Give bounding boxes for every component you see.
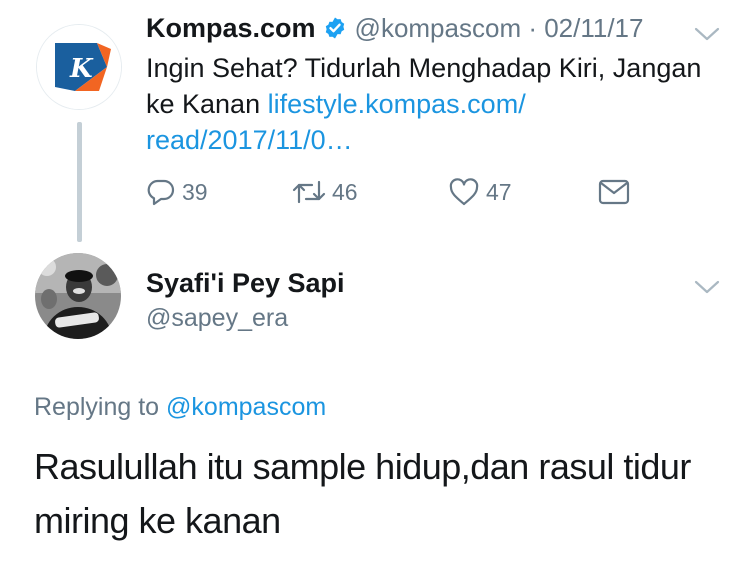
author-handle-timestamp[interactable]: @kompascom · 02/11/17 [355, 13, 644, 44]
kompas-logo-letter: K [69, 54, 94, 84]
retweet-icon [292, 180, 326, 204]
reply-chevron-down-icon[interactable] [694, 279, 720, 295]
user-avatar[interactable] [35, 253, 121, 339]
like-count: 47 [486, 178, 512, 205]
reply-icon [147, 179, 175, 206]
tweet-thread: K Kompas.com @kompascom · 02/11/17 Ingin… [0, 0, 750, 574]
reply-author-handle[interactable]: @sapey_era [146, 304, 288, 333]
chevron-down-icon[interactable] [694, 26, 720, 42]
heart-icon [449, 178, 479, 206]
author-display-name[interactable]: Kompas.com [146, 13, 316, 44]
thread-connector-line [77, 122, 82, 242]
replying-to-mention[interactable]: @kompascom [166, 393, 326, 421]
replying-to-label: Replying to [34, 393, 160, 421]
reply-button[interactable]: 39 [146, 174, 208, 210]
direct-message-button[interactable] [598, 174, 630, 210]
reply-tweet-text: Rasulullah itu sample hidup,dan rasul ti… [34, 446, 691, 541]
kompas-avatar[interactable]: K [37, 25, 121, 109]
kompas-logo-icon: K [37, 25, 121, 109]
reply-count: 39 [182, 178, 208, 205]
tweet-header: Kompas.com @kompascom · 02/11/17 [146, 12, 643, 44]
retweet-button[interactable]: 46 [292, 174, 358, 210]
tweet-text: Ingin Sehat? Tidurlah Menghadap Kiri, Ja… [146, 50, 706, 158]
envelope-icon [598, 179, 630, 205]
like-button[interactable]: 47 [448, 174, 512, 210]
user-avatar-photo [35, 253, 121, 339]
replying-to-line: Replying to @kompascom [34, 393, 326, 422]
retweet-count: 46 [332, 178, 358, 205]
reply-author-display-name[interactable]: Syafi'i Pey Sapi [146, 268, 345, 299]
verified-badge-icon [325, 17, 344, 39]
